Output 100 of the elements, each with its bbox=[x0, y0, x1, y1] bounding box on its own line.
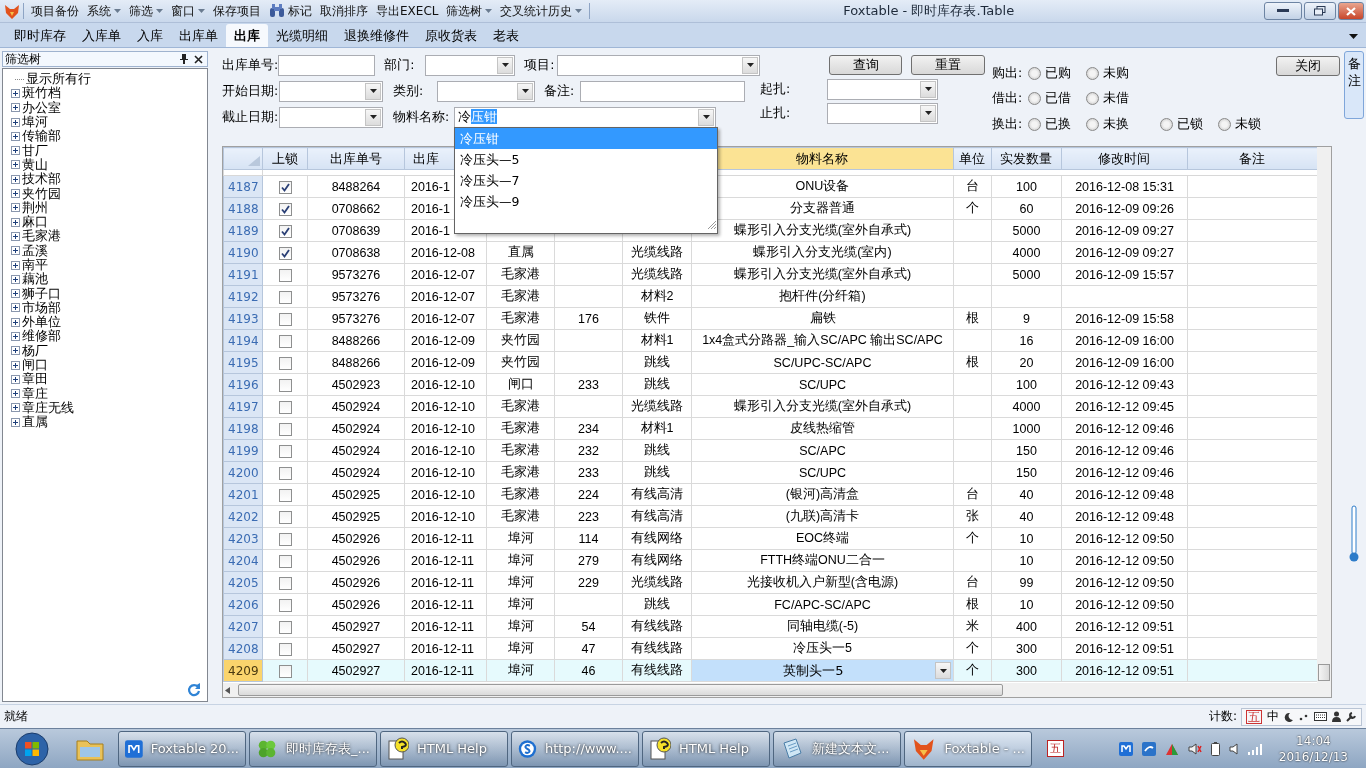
row-header[interactable]: 4190 bbox=[223, 241, 263, 264]
expand-icon[interactable] bbox=[11, 374, 20, 384]
tree-item[interactable]: 显示所有行 bbox=[26, 72, 91, 87]
expand-icon[interactable] bbox=[11, 203, 20, 213]
checkbox[interactable] bbox=[278, 422, 292, 436]
tree-item[interactable]: 狮子口 bbox=[22, 286, 61, 301]
checkbox[interactable] bbox=[278, 356, 292, 370]
checkbox[interactable] bbox=[278, 312, 292, 326]
arrow-left-icon[interactable] bbox=[225, 686, 230, 694]
radio-button[interactable] bbox=[1086, 67, 1099, 81]
checkbox[interactable] bbox=[278, 598, 292, 612]
row-header[interactable]: 4197 bbox=[223, 395, 263, 418]
row-header[interactable]: 4193 bbox=[223, 307, 263, 330]
menu-item[interactable]: 项目备份 bbox=[27, 1, 83, 21]
tab[interactable]: 即时库存 bbox=[6, 24, 74, 47]
menu-item[interactable]: 系统 bbox=[83, 1, 125, 21]
row-header[interactable]: 4209 bbox=[223, 659, 263, 682]
speaker-icon[interactable] bbox=[1187, 741, 1202, 756]
tree-item[interactable]: 黄山 bbox=[22, 157, 48, 172]
tree-item[interactable]: 孟溪 bbox=[22, 243, 48, 258]
menu-item[interactable]: 筛选 bbox=[125, 1, 167, 21]
combo-field[interactable] bbox=[279, 80, 383, 102]
checkbox[interactable] bbox=[278, 400, 292, 414]
expand-icon[interactable] bbox=[11, 317, 20, 327]
slider-icon[interactable] bbox=[1349, 505, 1359, 563]
active-cell[interactable]: 英制头一5 bbox=[691, 659, 954, 682]
expand-icon[interactable] bbox=[11, 274, 20, 284]
checkbox[interactable] bbox=[278, 532, 292, 546]
moon-icon[interactable] bbox=[1284, 711, 1294, 722]
row-header[interactable]: 4201 bbox=[223, 483, 263, 506]
dropdown-button[interactable] bbox=[920, 80, 936, 98]
refresh-icon[interactable] bbox=[187, 683, 201, 697]
row-header[interactable]: 4199 bbox=[223, 439, 263, 462]
row-header[interactable]: 4207 bbox=[223, 615, 263, 638]
checkbox[interactable] bbox=[278, 510, 292, 524]
dropdown-item[interactable]: 冷压头—5 bbox=[455, 149, 717, 170]
menu-item[interactable]: 标记 bbox=[265, 1, 316, 21]
expand-icon[interactable] bbox=[11, 174, 20, 184]
dropdown-button[interactable] bbox=[698, 108, 714, 126]
tree-item[interactable]: 毛家港 bbox=[22, 229, 61, 244]
combo-field[interactable] bbox=[424, 54, 516, 76]
checkbox[interactable] bbox=[278, 620, 292, 634]
expand-icon[interactable] bbox=[11, 346, 20, 356]
row-header[interactable]: 4189 bbox=[223, 219, 263, 242]
row-header[interactable]: 4204 bbox=[223, 549, 263, 572]
tree-item[interactable]: 办公室 bbox=[22, 100, 61, 115]
row-header[interactable]: 4192 bbox=[223, 285, 263, 308]
tree-item[interactable]: 章庄无线 bbox=[22, 400, 74, 415]
vertical-scrollbar[interactable] bbox=[1317, 147, 1331, 683]
dropdown-button[interactable] bbox=[365, 108, 381, 126]
keyboard-icon[interactable] bbox=[1314, 712, 1327, 721]
expand-icon[interactable] bbox=[11, 303, 20, 313]
close-icon[interactable] bbox=[194, 54, 203, 64]
tree-item[interactable]: 夹竹园 bbox=[22, 186, 61, 201]
radio-button[interactable] bbox=[1028, 92, 1041, 106]
expand-icon[interactable] bbox=[11, 103, 20, 113]
dropdown-button[interactable] bbox=[497, 56, 514, 74]
combo-field[interactable]: 冷压钳 bbox=[454, 106, 716, 128]
tree-item[interactable]: 埠河 bbox=[22, 115, 48, 130]
checkbox[interactable] bbox=[278, 246, 292, 260]
close-button[interactable] bbox=[1338, 2, 1364, 20]
row-header[interactable]: 4195 bbox=[223, 351, 263, 374]
checkbox[interactable] bbox=[278, 224, 292, 238]
row-header[interactable]: 4198 bbox=[223, 417, 263, 440]
tree-item[interactable]: 甘厂 bbox=[22, 143, 48, 158]
input-field[interactable] bbox=[580, 80, 745, 102]
menu-item[interactable]: 交叉统计历史 bbox=[496, 1, 587, 21]
row-header[interactable]: 4191 bbox=[223, 263, 263, 286]
ime-tray-icon[interactable]: 五 bbox=[1047, 740, 1064, 757]
menu-item[interactable]: 导出EXECL bbox=[372, 1, 443, 21]
column-header[interactable]: 备注 bbox=[1187, 147, 1317, 170]
tree-item[interactable]: 直属 bbox=[22, 415, 48, 430]
row-header[interactable]: 4200 bbox=[223, 461, 263, 484]
tree-item[interactable]: 麻口 bbox=[22, 215, 48, 230]
horizontal-scrollbar[interactable] bbox=[223, 683, 1331, 697]
radio-button[interactable] bbox=[1160, 117, 1173, 131]
tree-item[interactable]: 杨厂 bbox=[22, 343, 48, 358]
tree-item[interactable]: 南平 bbox=[22, 258, 48, 272]
menu-item[interactable]: 取消排序 bbox=[316, 1, 372, 21]
tab[interactable]: 光缆明细 bbox=[268, 24, 336, 47]
row-header[interactable]: 4203 bbox=[223, 527, 263, 550]
column-header[interactable]: 修改时间 bbox=[1061, 147, 1188, 170]
radio-button[interactable] bbox=[1028, 117, 1041, 131]
column-header[interactable]: 上锁 bbox=[262, 147, 308, 170]
row-header[interactable]: 4208 bbox=[223, 637, 263, 660]
dropdown-item[interactable]: 冷压头—9 bbox=[455, 191, 717, 212]
input-field[interactable] bbox=[278, 54, 376, 76]
column-header[interactable]: 实发数量 bbox=[991, 147, 1062, 170]
expand-icon[interactable] bbox=[11, 417, 20, 427]
checkbox[interactable] bbox=[278, 290, 292, 304]
combo-field[interactable] bbox=[279, 106, 383, 128]
dropdown-button[interactable] bbox=[365, 82, 381, 100]
checkbox[interactable] bbox=[278, 642, 292, 656]
expand-icon[interactable] bbox=[11, 246, 20, 256]
row-header[interactable]: 4205 bbox=[223, 571, 263, 594]
expand-icon[interactable] bbox=[11, 360, 20, 370]
row-header[interactable]: 4187 bbox=[223, 175, 263, 198]
radio-button[interactable] bbox=[1086, 92, 1099, 106]
dots-icon[interactable] bbox=[1299, 712, 1309, 721]
resize-grip-icon[interactable] bbox=[707, 220, 717, 230]
